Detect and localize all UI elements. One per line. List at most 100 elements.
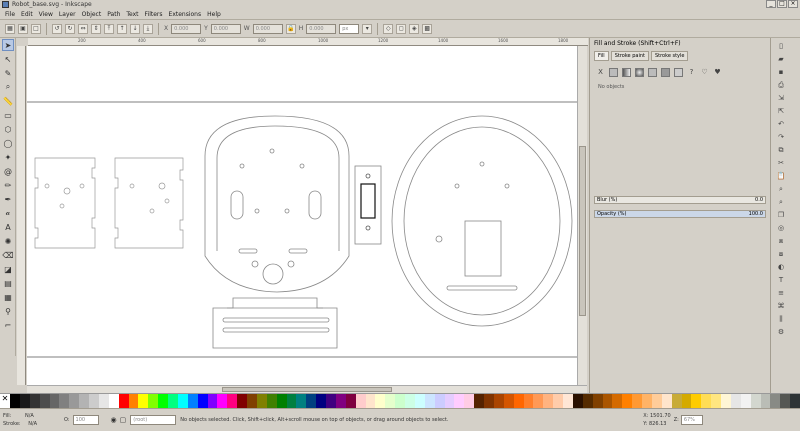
maximize-button[interactable]: □ — [777, 0, 787, 8]
calligraphy-tool-icon[interactable]: 𝒶 — [2, 207, 14, 219]
color-swatch[interactable] — [464, 394, 475, 408]
tab-fill[interactable]: Fill — [594, 51, 609, 61]
color-swatch[interactable] — [168, 394, 178, 408]
copy-icon[interactable]: ⧉ — [776, 145, 786, 155]
scale-corners-icon[interactable]: ◻ — [396, 23, 407, 34]
drawing-canvas[interactable] — [27, 46, 577, 385]
lock-layer-icon[interactable]: ▢ — [120, 416, 127, 424]
color-swatch[interactable] — [740, 394, 751, 408]
color-swatch[interactable] — [247, 394, 257, 408]
select-all-layers-icon[interactable]: ▣ — [18, 23, 28, 34]
transform-patterns-icon[interactable]: ▩ — [422, 23, 433, 34]
flat-color-icon[interactable] — [609, 67, 618, 77]
fill-rule-evenodd-icon[interactable]: ♡ — [700, 68, 709, 77]
color-swatch[interactable] — [632, 394, 642, 408]
units-select[interactable]: px — [339, 23, 360, 34]
deselect-icon[interactable]: □ — [31, 23, 41, 34]
color-swatch[interactable] — [138, 394, 149, 408]
color-swatch[interactable] — [563, 394, 573, 408]
tweak-tool-icon[interactable]: ✎ — [2, 67, 14, 79]
linear-gradient-icon[interactable] — [622, 67, 631, 77]
color-swatch[interactable] — [89, 394, 99, 408]
color-swatch[interactable] — [434, 394, 445, 408]
ungroup-icon[interactable]: ⧇ — [776, 249, 786, 259]
horizontal-scrollbar[interactable] — [27, 385, 587, 393]
color-swatch[interactable] — [523, 394, 534, 408]
menu-edit[interactable]: Edit — [21, 11, 33, 18]
color-swatch[interactable] — [10, 394, 20, 408]
no-paint-icon[interactable]: X — [596, 68, 605, 77]
pen-tool-icon[interactable]: ✒ — [2, 193, 14, 205]
color-swatch[interactable] — [207, 394, 218, 408]
lower-icon[interactable]: ↓ — [130, 23, 140, 34]
import-icon[interactable]: ⇲ — [776, 93, 786, 103]
x-field[interactable]: 0.000 — [171, 23, 202, 34]
color-swatch[interactable] — [385, 394, 396, 408]
color-swatch[interactable] — [39, 394, 50, 408]
raise-to-top-icon[interactable]: ⤒ — [104, 23, 114, 34]
color-swatch[interactable] — [553, 394, 563, 408]
menu-filters[interactable]: Filters — [145, 11, 163, 18]
menu-path[interactable]: Path — [107, 11, 120, 18]
raise-icon[interactable]: ↑ — [117, 23, 127, 34]
clone-icon[interactable]: ◎ — [776, 223, 786, 233]
color-swatch[interactable] — [197, 394, 208, 408]
blur-slider[interactable]: Blur (%) 0.0 — [594, 196, 766, 204]
color-swatch[interactable] — [187, 394, 198, 408]
redo-icon[interactable]: ↷ — [776, 132, 786, 142]
color-swatch[interactable] — [29, 394, 40, 408]
zoom-selection-icon[interactable]: ⌕ — [776, 184, 786, 194]
cut-icon[interactable]: ✂ — [776, 158, 786, 168]
color-swatch[interactable] — [177, 394, 188, 408]
horizontal-scroll-thumb[interactable] — [222, 387, 392, 392]
flip-horizontal-icon[interactable]: ⇔ — [78, 23, 88, 34]
color-swatch[interactable] — [345, 394, 356, 408]
color-swatch[interactable] — [533, 394, 544, 408]
duplicate-icon[interactable]: ❐ — [776, 210, 786, 220]
color-swatch[interactable] — [681, 394, 692, 408]
color-swatch[interactable] — [59, 394, 70, 408]
color-swatch[interactable] — [49, 394, 60, 408]
minimize-button[interactable]: _ — [766, 0, 776, 8]
new-document-icon[interactable]: ▯ — [776, 41, 786, 51]
color-swatch[interactable] — [395, 394, 405, 408]
ellipse-tool-icon[interactable]: ◯ — [2, 137, 14, 149]
chevron-down-icon[interactable]: ▾ — [362, 23, 373, 34]
rotate-cw-icon[interactable]: ↻ — [65, 23, 75, 34]
color-swatch[interactable] — [444, 394, 455, 408]
color-swatch[interactable] — [780, 394, 791, 408]
measure-tool-icon[interactable]: 📏 — [2, 95, 14, 107]
color-swatch[interactable] — [316, 394, 326, 408]
color-swatch[interactable] — [296, 394, 307, 408]
color-swatch[interactable] — [721, 394, 731, 408]
bucket-tool-icon[interactable]: ◪ — [2, 263, 14, 275]
connector-tool-icon[interactable]: ⌐ — [2, 319, 14, 331]
color-swatch[interactable] — [602, 394, 613, 408]
color-swatch[interactable] — [158, 394, 168, 408]
color-swatch[interactable] — [711, 394, 721, 408]
color-swatch[interactable] — [750, 394, 761, 408]
color-swatch[interactable] — [691, 394, 702, 408]
open-icon[interactable]: ▰ — [776, 54, 786, 64]
color-swatch[interactable] — [671, 394, 682, 408]
color-swatch[interactable] — [19, 394, 30, 408]
vertical-scroll-thumb[interactable] — [579, 146, 586, 316]
swatch-icon[interactable] — [674, 67, 683, 77]
color-swatch[interactable] — [414, 394, 425, 408]
selector-tool-icon[interactable]: ➤ — [2, 39, 14, 51]
color-swatch[interactable] — [217, 394, 228, 408]
rectangle-tool-icon[interactable]: ▭ — [2, 109, 14, 121]
color-swatch[interactable] — [701, 394, 712, 408]
zoom-field[interactable]: 67% — [680, 415, 703, 425]
width-field[interactable]: 0.000 — [252, 23, 283, 34]
menu-view[interactable]: View — [39, 11, 53, 18]
menu-help[interactable]: Help — [207, 11, 221, 18]
color-swatch[interactable] — [513, 394, 524, 408]
fill-stroke-dialog-icon[interactable]: ◐ — [776, 262, 786, 272]
y-field[interactable]: 0.000 — [210, 23, 241, 34]
color-swatch[interactable] — [108, 394, 119, 408]
fill-rule-nonzero-icon[interactable]: ♥ — [713, 68, 722, 77]
color-swatch[interactable] — [405, 394, 415, 408]
color-swatch[interactable] — [484, 394, 494, 408]
color-swatch[interactable] — [326, 394, 336, 408]
